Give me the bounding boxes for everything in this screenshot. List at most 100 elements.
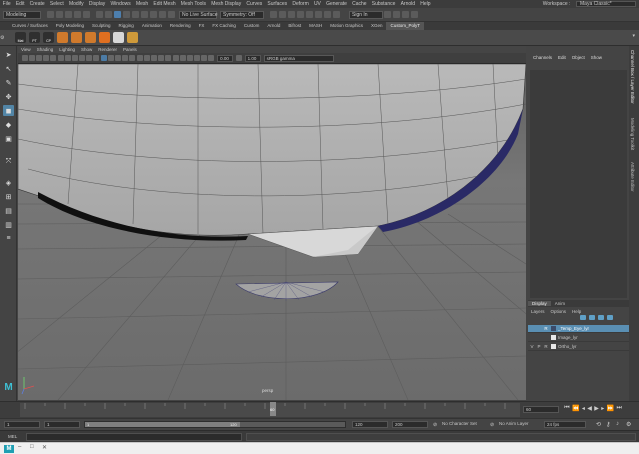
shelf-tab-fx[interactable]: FX xyxy=(195,22,209,30)
channel-box-menu-edit[interactable]: Edit xyxy=(555,55,569,60)
persp-graph-icon[interactable]: ▥ xyxy=(3,219,14,230)
wireframe-icon[interactable] xyxy=(100,55,107,61)
shelf-cp-icon[interactable]: CP xyxy=(43,32,54,43)
layer-color-swatch[interactable] xyxy=(551,335,556,340)
persp-outliner-icon[interactable]: ▤ xyxy=(3,205,14,216)
play-forwards-icon[interactable]: ▶ xyxy=(594,405,599,412)
single-perspective-icon[interactable]: ◈ xyxy=(3,177,14,188)
maya-app-icon[interactable]: M xyxy=(4,445,14,453)
shelf-tab-curves-surfaces[interactable]: Curves / Surfaces xyxy=(8,22,52,30)
close-icon[interactable]: ✕ xyxy=(42,444,47,451)
move-layer-up-icon[interactable] xyxy=(579,315,586,320)
lasso-tool-icon[interactable]: ↖ xyxy=(3,63,14,74)
shelf-mat-icon[interactable]: Mat xyxy=(15,32,26,43)
menu-cache[interactable]: Cache xyxy=(350,0,370,8)
shelf-tab-rendering[interactable]: Rendering xyxy=(166,22,195,30)
go-to-start-icon[interactable]: ⏮ xyxy=(564,405,569,412)
channel-box-menu-object[interactable]: Object xyxy=(569,55,588,60)
layer-menu-options[interactable]: Options xyxy=(548,309,570,314)
backface-culling-icon[interactable] xyxy=(201,55,208,61)
layer-row[interactable]: Image_lyr xyxy=(528,334,629,342)
new-scene-icon[interactable] xyxy=(47,11,54,18)
grid-icon[interactable] xyxy=(50,55,57,61)
flat-shade-icon[interactable] xyxy=(115,55,122,61)
menu-windows[interactable]: Windows xyxy=(108,0,133,8)
snap-grid-icon[interactable] xyxy=(123,11,130,18)
workspace-dropdown[interactable]: Maya Classic* xyxy=(576,1,636,7)
shelf-gear-icon[interactable]: ⚙ xyxy=(0,35,12,41)
maximize-icon[interactable]: □ xyxy=(30,444,34,450)
channel-box-area[interactable] xyxy=(530,70,627,298)
new-empty-layer-icon[interactable] xyxy=(597,315,604,320)
anti-aliasing-icon[interactable] xyxy=(165,55,172,61)
command-input[interactable] xyxy=(26,433,242,441)
layer-display-type-toggle[interactable]: R xyxy=(543,326,549,331)
layout-icon[interactable] xyxy=(333,11,340,18)
field-chart-icon[interactable] xyxy=(79,55,86,61)
use-all-lights-icon[interactable] xyxy=(136,55,143,61)
rotate-tool-icon[interactable]: ◼ xyxy=(3,105,14,116)
menu-create[interactable]: Create xyxy=(27,0,47,8)
ipr-render-icon[interactable] xyxy=(279,11,286,18)
range-slider[interactable]: 1 120 xyxy=(84,421,346,428)
shadows-icon[interactable] xyxy=(143,55,150,61)
current-frame-field[interactable]: 60 xyxy=(523,406,559,413)
snap-surface-icon[interactable] xyxy=(159,11,166,18)
panel-menu-view[interactable]: View xyxy=(18,47,34,52)
menu-help[interactable]: Help xyxy=(418,0,433,8)
resolution-gate-icon[interactable] xyxy=(64,55,71,61)
gamma-icon[interactable] xyxy=(236,55,243,61)
shelf-tab-animation[interactable]: Animation xyxy=(138,22,166,30)
panel-menu-lighting[interactable]: Lighting xyxy=(56,47,78,52)
fps-dropdown[interactable]: 24 fps xyxy=(544,421,586,428)
light-editor-icon[interactable] xyxy=(315,11,322,18)
side-tab-attribute-editor[interactable]: Attribute Editor xyxy=(630,162,635,192)
channel-box-icon[interactable] xyxy=(411,11,418,18)
anim-layer-dropdown[interactable]: No Anim Layer xyxy=(497,421,541,428)
menu-mesh-tools[interactable]: Mesh Tools xyxy=(178,0,208,8)
sign-in-button[interactable]: Sign In xyxy=(349,10,383,19)
select-camera-icon[interactable] xyxy=(21,55,28,61)
shelf-tool-a-icon[interactable] xyxy=(57,32,68,43)
key-icon[interactable]: ⚷ xyxy=(606,421,610,428)
step-back-frame-icon[interactable]: ◂ xyxy=(582,405,585,412)
tool-settings-icon[interactable] xyxy=(402,11,409,18)
side-tab-modeling-toolkit[interactable]: Modeling Toolkit xyxy=(630,118,635,150)
range-slider-handle[interactable] xyxy=(85,422,240,427)
layer-menu-help[interactable]: Help xyxy=(569,309,584,314)
gamma-field[interactable]: 1.00 xyxy=(244,54,261,62)
menu-mesh[interactable]: Mesh xyxy=(133,0,150,8)
render-icon[interactable] xyxy=(270,11,277,18)
layer-color-swatch[interactable] xyxy=(551,344,556,349)
ambient-occlusion-icon[interactable] xyxy=(150,55,157,61)
attribute-editor-icon[interactable] xyxy=(393,11,400,18)
snap-view-icon[interactable] xyxy=(150,11,157,18)
select-tool-icon[interactable]: ➤ xyxy=(3,49,14,60)
playback-start-field[interactable]: 1 xyxy=(44,421,80,428)
show-manipulator-icon[interactable]: ⤧ xyxy=(3,156,14,167)
shelf-tool-e-icon[interactable] xyxy=(113,32,124,43)
xray-icon[interactable] xyxy=(186,55,193,61)
exposure-icon[interactable] xyxy=(208,55,215,61)
image-plane-icon[interactable] xyxy=(43,55,50,61)
command-language-label[interactable]: MEL xyxy=(8,434,17,439)
panel-menu-renderer[interactable]: Renderer xyxy=(95,47,120,52)
shelf-tool-b-icon[interactable] xyxy=(71,32,82,43)
wireframe-on-shaded-icon[interactable] xyxy=(122,55,129,61)
motion-blur-icon[interactable] xyxy=(158,55,165,61)
safe-title-icon[interactable] xyxy=(93,55,100,61)
select-hierarchy-icon[interactable] xyxy=(96,11,103,18)
move-tool-icon[interactable]: ✥ xyxy=(3,91,14,102)
four-view-icon[interactable]: ⊞ xyxy=(3,191,14,202)
side-tab-channel-box[interactable]: Channel Box / Layer Editor xyxy=(630,50,635,104)
menu-arnold[interactable]: Arnold xyxy=(398,0,418,8)
character-set-icon[interactable]: ⊘ xyxy=(433,422,437,428)
minimize-icon[interactable]: – xyxy=(18,444,21,450)
anim-layer-icon[interactable]: ⊘ xyxy=(490,422,494,428)
panel-menu-shading[interactable]: Shading xyxy=(34,47,57,52)
menu-file[interactable]: File xyxy=(0,0,13,8)
save-scene-icon[interactable] xyxy=(65,11,72,18)
shelf-tab-motion-graphics[interactable]: Motion Graphics xyxy=(326,22,367,30)
redo-icon[interactable] xyxy=(83,11,90,18)
layer-visibility-toggle[interactable]: V xyxy=(529,344,535,349)
